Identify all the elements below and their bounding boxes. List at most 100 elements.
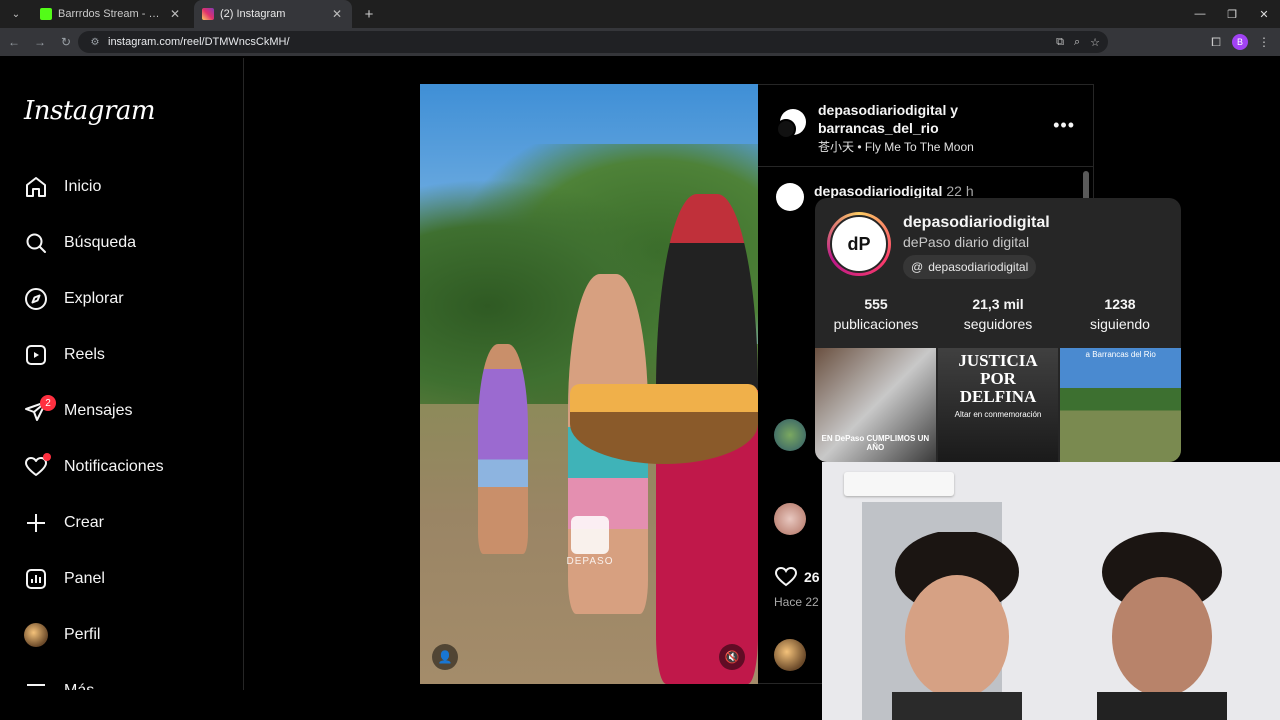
kick-favicon-icon [40,8,52,20]
comment-avatar[interactable] [774,503,806,535]
depaso-logo-icon: dP [830,215,888,273]
instagram-sidebar: Instagram Inicio Búsqueda Explorar Reels… [0,58,244,720]
stat-followers[interactable]: 21,3 mil seguidores [937,296,1059,332]
sidebar-item-inicio[interactable]: Inicio [22,167,232,207]
recent-post-thumb[interactable]: a Barrancas del Rio [1060,348,1181,462]
thumb-caption: a Barrancas del Rio [1085,350,1156,359]
forward-icon[interactable]: → [28,30,52,54]
audio-track[interactable]: 苍小天 • Fly Me To The Moon [818,138,974,155]
post-actions: 26 [774,565,820,589]
thumb-subcaption: Altar en conmemoración [954,410,1042,419]
video-basket [570,384,758,464]
sidebar-item-perfil[interactable]: Perfil [22,615,232,655]
sidebar-item-busqueda[interactable]: Búsqueda [22,223,232,263]
instagram-logo[interactable]: Instagram [24,96,156,126]
minimize-icon[interactable]: — [1184,0,1216,28]
compass-icon [22,285,50,313]
profile-avatar-icon[interactable]: B [1232,34,1248,50]
more-options-icon[interactable]: ••• [1053,115,1075,136]
chart-icon [22,565,50,593]
tab-title: Barrrdos Stream - Watch Live o [58,8,168,20]
webcam-air-conditioner [844,472,954,496]
author-names-line2[interactable]: barrancas_del_rio [818,119,958,137]
comments-scrollbar[interactable] [1083,171,1089,201]
sidebar-item-label: Inicio [64,178,102,195]
recent-post-thumb[interactable]: EN DePaso CUMPLIMOS UN AÑO [815,348,936,462]
sidebar-item-label: Mensajes [64,402,133,419]
site-info-icon[interactable]: ⚙ [88,35,102,49]
sidebar-item-label: Búsqueda [64,234,137,251]
sidebar-item-mensajes[interactable]: 2 Mensajes [22,391,232,431]
hovercard-avatar[interactable]: dP [827,212,891,276]
hovercard-fullname: dePaso diario digital [903,234,1030,250]
reels-icon [22,341,50,369]
caption-avatar[interactable] [776,183,804,211]
tagged-people-icon[interactable]: 👤 [432,644,458,670]
sidebar-item-label: Reels [64,346,105,363]
search-icon [22,229,50,257]
recent-post-thumb[interactable]: JUSTICIA POR DELFINA Altar en conmemorac… [937,348,1059,462]
thumb-caption: JUSTICIA POR DELFINA [958,351,1038,406]
avatar [22,621,50,649]
viewer-avatar [774,639,806,671]
close-icon[interactable]: ✕ [168,7,182,21]
home-icon [22,173,50,201]
post-authors[interactable]: depasodiariodigital y barrancas_del_rio [818,101,958,137]
webcam-person-left [882,530,1032,720]
video-person-girl [478,344,528,554]
tab-kick[interactable]: Barrrdos Stream - Watch Live o ✕ [32,0,190,28]
restore-icon[interactable]: ❐ [1216,0,1248,28]
url-text: instagram.com/reel/DTMWncsCkMH/ [108,36,290,48]
caption-username[interactable]: depasodiariodigital 22 h [814,183,974,199]
tab-search-button[interactable]: ⌄ [4,4,28,24]
install-app-icon[interactable]: ⧉ [1056,36,1064,49]
reel-video[interactable]: DEPASO 👤 🔇 [420,84,758,684]
tab-title: (2) Instagram [220,8,286,20]
sidebar-item-explorar[interactable]: Explorar [22,279,232,319]
watermark-text: DEPASO [566,556,614,567]
sidebar-item-panel[interactable]: Panel [22,559,232,599]
coauthor-avatar[interactable] [776,119,796,139]
extensions-icon[interactable]: ⧠ [1204,30,1228,54]
window-controls: — ❐ ✕ [1184,0,1280,28]
bottom-strip [0,690,822,720]
heart-icon [22,453,51,481]
reload-icon[interactable]: ↻ [54,30,78,54]
sidebar-item-label: Crear [64,514,105,531]
depaso-logo-icon [571,516,609,554]
sidebar-item-label: Notificaciones [64,458,164,475]
comment-avatar[interactable] [774,419,806,451]
bookmark-star-icon[interactable]: ☆ [1090,36,1100,49]
browser-menu-icon[interactable]: ⋮ [1252,30,1276,54]
sidebar-item-notificaciones[interactable]: Notificaciones [22,447,232,487]
sidebar-item-label: Explorar [64,290,124,307]
close-window-icon[interactable]: ✕ [1248,0,1280,28]
mute-icon[interactable]: 🔇 [719,644,745,670]
like-heart-icon[interactable] [774,565,798,589]
browser-toolbar: ← → ↻ ⚙ instagram.com/reel/DTMWncsCkMH/ … [0,28,1280,56]
address-bar[interactable]: ⚙ instagram.com/reel/DTMWncsCkMH/ ⧉ ⌕ ☆ [78,31,1108,53]
new-tab-button[interactable]: + [358,3,380,25]
sidebar-item-reels[interactable]: Reels [22,335,232,375]
threads-badge[interactable]: @ depasodiariodigital [903,255,1037,279]
sidebar-item-crear[interactable]: Crear [22,503,232,543]
plus-icon [22,509,50,537]
webcam-person-right [1087,532,1237,720]
author-names-line1[interactable]: depasodiariodigital y [818,101,958,119]
recent-posts-grid: EN DePaso CUMPLIMOS UN AÑO JUSTICIA POR … [815,348,1181,462]
thumb-caption: EN DePaso CUMPLIMOS UN AÑO [821,434,930,452]
unread-badge: 2 [40,395,56,411]
messenger-icon: 2 [22,395,56,425]
tab-instagram[interactable]: (2) Instagram ✕ [194,0,352,28]
close-icon[interactable]: ✕ [330,7,344,21]
hovercard-username[interactable]: depasodiariodigital [903,214,1050,232]
threads-icon: @ [911,260,924,274]
back-icon[interactable]: ← [2,30,26,54]
stat-following[interactable]: 1238 siguiendo [1059,296,1181,332]
profile-hover-card: dP depasodiariodigital dePaso diario dig… [815,198,1181,462]
notification-dot [43,453,51,461]
threads-handle: depasodiariodigital [928,260,1029,274]
sidebar-item-label: Perfil [64,626,101,643]
zoom-icon[interactable]: ⌕ [1074,36,1080,49]
likes-count[interactable]: 26 [804,569,820,585]
